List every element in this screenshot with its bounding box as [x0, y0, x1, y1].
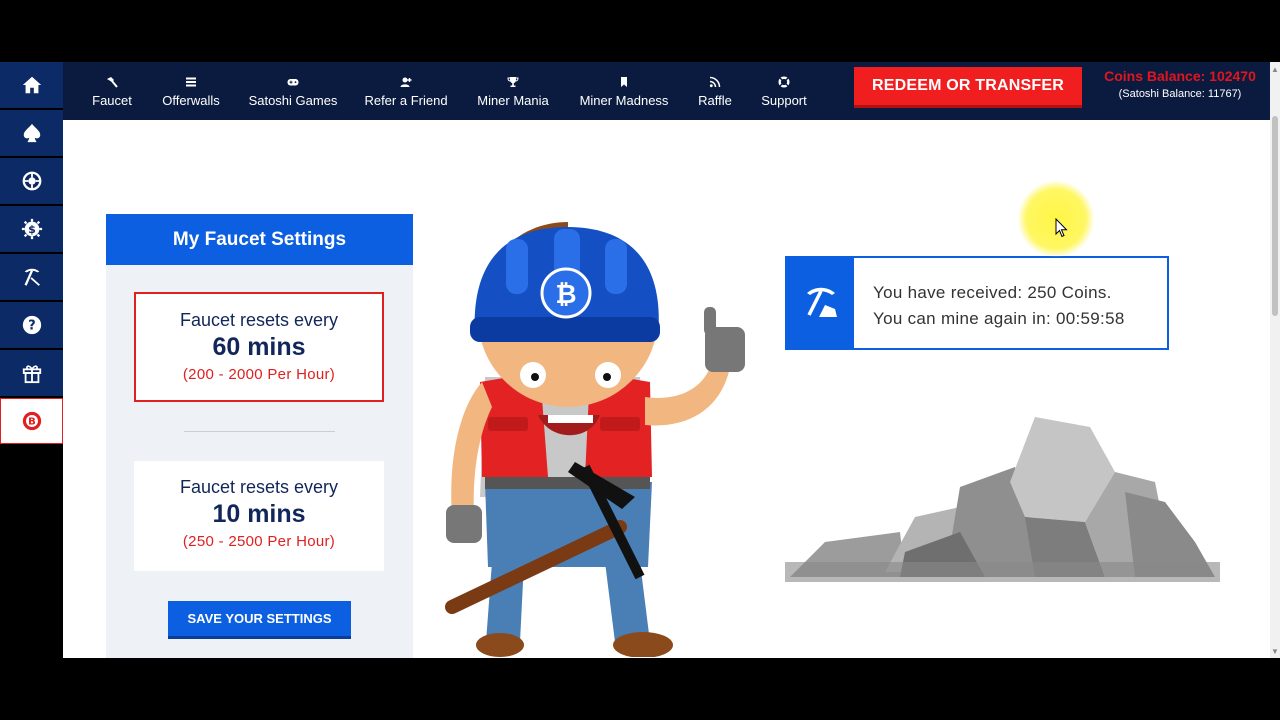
- coins-balance-value: 102470: [1209, 68, 1256, 84]
- sidebar-item-games[interactable]: [0, 110, 63, 156]
- coins-balance-label: Coins Balance:: [1104, 68, 1206, 84]
- sidebar-item-home[interactable]: [0, 62, 63, 108]
- scroll-down-arrow-icon[interactable]: ▼: [1271, 648, 1279, 656]
- nav-label: Raffle: [698, 92, 732, 108]
- left-sidebar: $ ? B: [0, 62, 63, 658]
- option-caption: Faucet resets every: [179, 477, 339, 497]
- home-icon: [22, 76, 41, 94]
- nav-item-faucet[interactable]: Faucet: [84, 62, 140, 120]
- hammer-icon: [107, 76, 118, 88]
- nav-item-support[interactable]: Support: [755, 62, 813, 120]
- nav-label: Satoshi Games: [248, 92, 338, 108]
- faucet-option-60-mins[interactable]: Faucet resets every 60 mins (200 - 2000 …: [134, 292, 384, 402]
- rss-icon: [709, 76, 721, 87]
- user-plus-icon: [400, 77, 412, 87]
- nav-item-miner-madness[interactable]: Miner Madness: [574, 62, 674, 120]
- list-icon: [186, 77, 196, 86]
- svg-text:₿: ₿: [555, 280, 576, 310]
- save-settings-button[interactable]: SAVE YOUR SETTINGS: [168, 601, 351, 639]
- sidebar-item-roulette[interactable]: [0, 158, 63, 204]
- option-interval: 10 mins: [212, 500, 306, 528]
- notice-received-text: You have received: 250 Coins.: [873, 283, 1112, 302]
- divider: [184, 431, 335, 432]
- browser-viewport: $ ? B Faucet Offerwalls Satoshi Games Re…: [0, 62, 1280, 658]
- sidebar-item-mining[interactable]: [0, 254, 63, 300]
- notice-icon-box: [787, 258, 854, 348]
- spade-icon: [23, 123, 40, 143]
- nav-label: Refer a Friend: [364, 92, 448, 108]
- faucet-option-10-mins[interactable]: Faucet resets every 10 mins (250 - 2500 …: [134, 461, 384, 571]
- nav-item-miner-mania[interactable]: Miner Mania: [472, 62, 554, 120]
- option-rate: (200 - 2000 Per Hour): [182, 366, 336, 383]
- mouse-pointer-icon: [1055, 218, 1068, 238]
- bookmark-icon: [621, 76, 627, 87]
- faucet-settings-panel: My Faucet Settings Faucet resets every 6…: [106, 214, 413, 658]
- pickaxe-rock-icon: [806, 287, 837, 317]
- dollar-gear-icon: $: [21, 218, 42, 240]
- coins-balance: Coins Balance: 102470 (Satoshi Balance: …: [1090, 68, 1270, 100]
- nav-item-satoshi-games[interactable]: Satoshi Games: [246, 62, 340, 120]
- nav-label: Support: [761, 92, 807, 108]
- svg-text:?: ?: [28, 319, 35, 334]
- miner-illustration: ₿: [445, 222, 745, 657]
- svg-text:B: B: [28, 417, 36, 428]
- sidebar-item-help[interactable]: ?: [0, 302, 63, 348]
- sidebar-item-brand[interactable]: B: [0, 398, 63, 444]
- brand-logo-icon: B: [22, 411, 41, 431]
- rock-pile-illustration: [785, 417, 1220, 582]
- top-navigation: Faucet Offerwalls Satoshi Games Refer a …: [63, 62, 1270, 120]
- scroll-up-arrow-icon[interactable]: ▲: [1271, 66, 1279, 74]
- satoshi-balance: (Satoshi Balance: 11767): [1118, 88, 1242, 100]
- help-icon: ?: [22, 315, 41, 335]
- svg-text:$: $: [28, 223, 36, 236]
- notice-countdown-text: You can mine again in: 00:59:58: [873, 309, 1125, 328]
- nav-item-refer-a-friend[interactable]: Refer a Friend: [360, 62, 452, 120]
- gift-icon: [22, 365, 41, 384]
- scrollbar-thumb[interactable]: [1272, 116, 1278, 316]
- sidebar-item-gifts[interactable]: [0, 350, 63, 396]
- option-caption: Faucet resets every: [179, 310, 339, 330]
- nav-item-raffle[interactable]: Raffle: [693, 62, 737, 120]
- vertical-scrollbar[interactable]: ▲ ▼: [1270, 62, 1280, 658]
- option-rate: (250 - 2500 Per Hour): [182, 533, 336, 550]
- nav-label: Miner Mania: [477, 92, 549, 108]
- nav-label: Miner Madness: [579, 92, 669, 108]
- nav-item-offerwalls[interactable]: Offerwalls: [153, 62, 229, 120]
- redeem-or-transfer-button[interactable]: REDEEM OR TRANSFER: [854, 67, 1082, 108]
- option-interval: 60 mins: [212, 333, 306, 361]
- nav-label: Offerwalls: [162, 92, 220, 108]
- mining-notice: You have received: 250 Coins. You can mi…: [785, 256, 1169, 350]
- roulette-icon: [22, 171, 41, 191]
- trophy-icon: [507, 76, 519, 87]
- gamepad-icon: [287, 78, 299, 85]
- sidebar-item-exchange[interactable]: $: [0, 206, 63, 252]
- lifebuoy-icon: [778, 75, 790, 88]
- nav-label: Faucet: [92, 92, 132, 108]
- faucet-settings-title: My Faucet Settings: [106, 214, 413, 265]
- pickaxe-icon: [24, 268, 40, 286]
